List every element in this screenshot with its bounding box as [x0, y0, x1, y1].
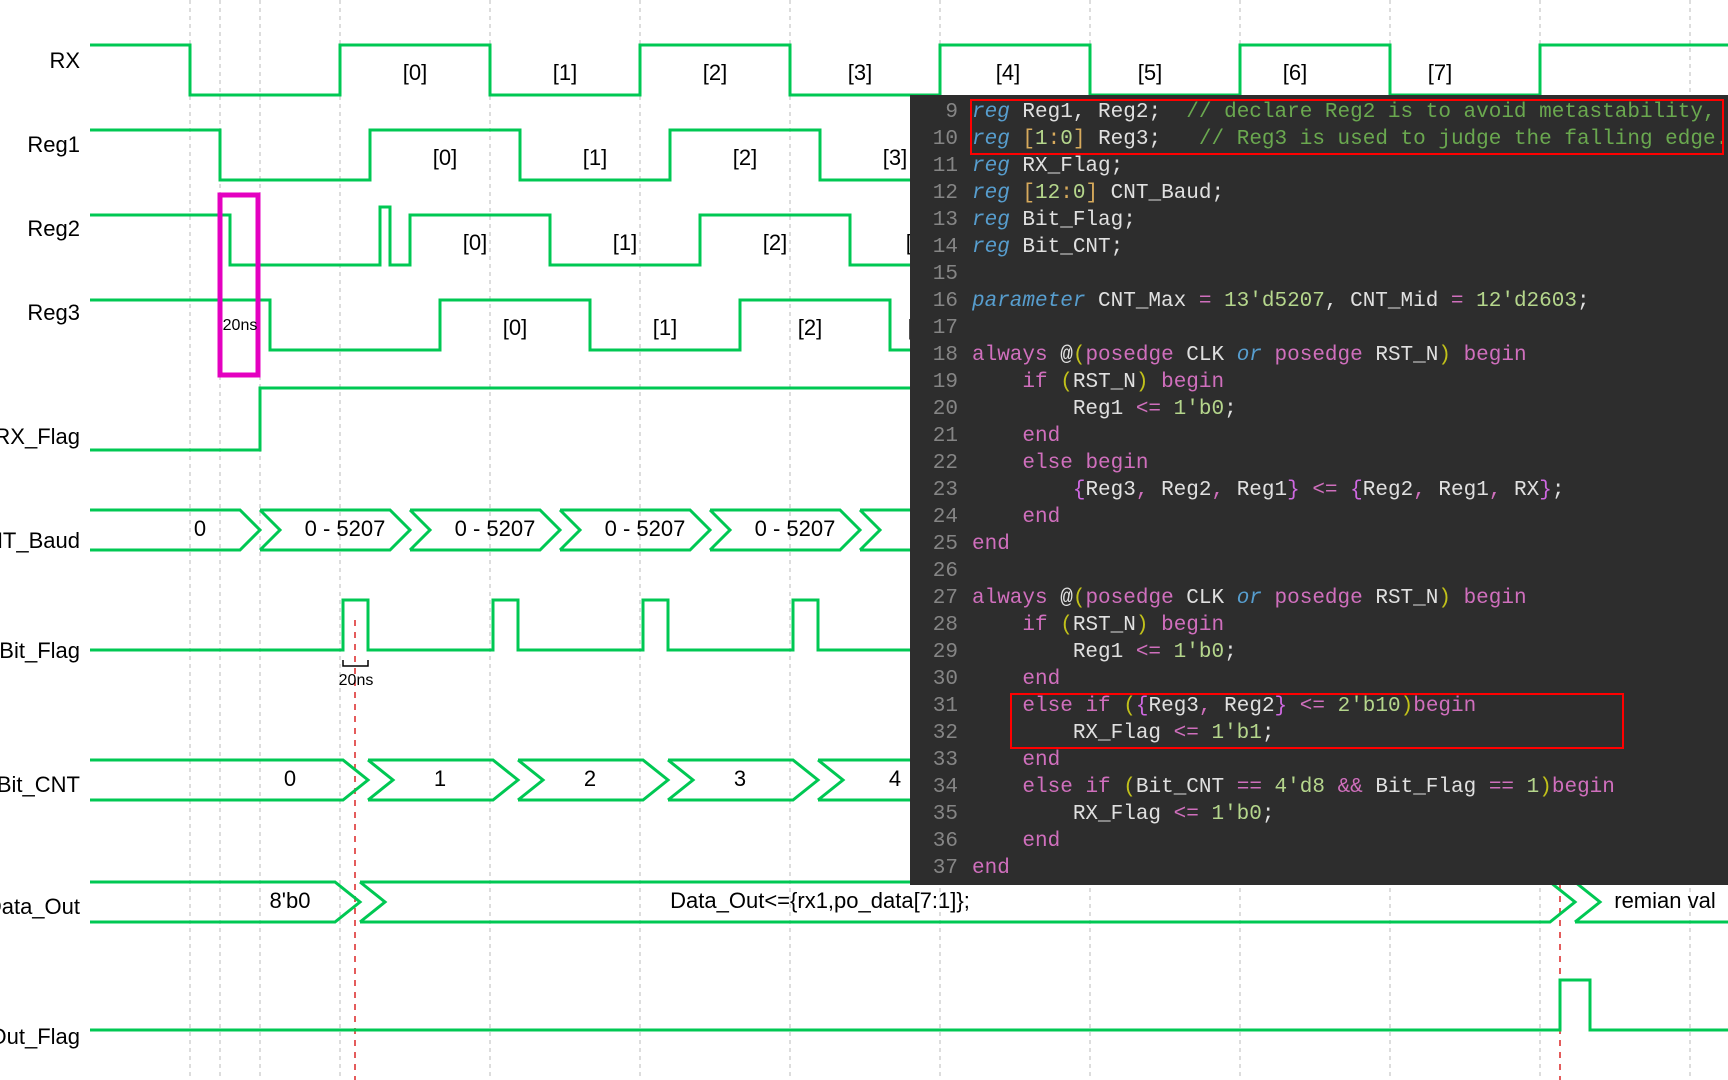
svg-text:Data_Out<={rx1,po_data[7:1]};: Data_Out<={rx1,po_data[7:1]};: [670, 888, 970, 913]
rx-bit1: [1]: [553, 60, 577, 85]
svg-text:3: 3: [734, 766, 746, 791]
label-bitflag: Bit_Flag: [0, 638, 80, 664]
rx-bit2: [2]: [703, 60, 727, 85]
line-numbers: 9101112131415161718192021222324252627282…: [910, 99, 970, 882]
metastability-highlight: [220, 195, 258, 375]
svg-text:8'b0: 8'b0: [270, 888, 311, 913]
svg-text:4: 4: [889, 766, 901, 791]
code-editor[interactable]: 9101112131415161718192021222324252627282…: [910, 95, 1728, 885]
rx-bit4: [4]: [996, 60, 1020, 85]
label-rx: RX: [0, 48, 80, 74]
svg-text:0: 0: [284, 766, 296, 791]
svg-text:[2]: [2]: [733, 145, 757, 170]
data-out-bus: 8'b0 Data_Out<={rx1,po_data[7:1]}; remia…: [90, 882, 1728, 922]
label-cntbaud: CNT_Baud: [0, 528, 80, 554]
svg-text:0 - 5207: 0 - 5207: [305, 516, 386, 541]
svg-text:1: 1: [434, 766, 446, 791]
svg-text:0 - 5207: 0 - 5207: [755, 516, 836, 541]
code-body: reg Reg1, Reg2; // declare Reg2 is to av…: [972, 99, 1726, 882]
rx-bit3: [3]: [848, 60, 872, 85]
svg-text:0 - 5207: 0 - 5207: [605, 516, 686, 541]
svg-text:remian val: remian val: [1614, 888, 1715, 913]
svg-text:2: 2: [584, 766, 596, 791]
svg-text:[3]: [3]: [883, 145, 907, 170]
label-rxflag: RX_Flag: [0, 424, 80, 450]
label-reg1: Reg1: [0, 132, 80, 158]
rx-bit7: [7]: [1428, 60, 1452, 85]
svg-text:[0]: [0]: [463, 230, 487, 255]
label-dataout: Data_Out: [0, 894, 80, 920]
svg-text:[1]: [1]: [613, 230, 637, 255]
svg-text:[1]: [1]: [653, 315, 677, 340]
rx-bit5: [5]: [1138, 60, 1162, 85]
svg-text:[0]: [0]: [503, 315, 527, 340]
svg-text:[1]: [1]: [583, 145, 607, 170]
label-bitcnt: Bit_CNT: [0, 772, 80, 798]
svg-text:[0]: [0]: [433, 145, 457, 170]
svg-text:[2]: [2]: [763, 230, 787, 255]
svg-text:0: 0: [194, 516, 206, 541]
label-reg3: Reg3: [0, 300, 80, 326]
svg-text:0 - 5207: 0 - 5207: [455, 516, 536, 541]
label-outflag: Out_Flag: [0, 1024, 80, 1050]
rx-bit6: [6]: [1283, 60, 1307, 85]
bit-cnt-bus: 0 1 2 3 4: [90, 760, 910, 800]
svg-text:[2]: [2]: [798, 315, 822, 340]
delay-20ns-bottom: 20ns: [339, 672, 374, 689]
delay-20ns-top: 20ns: [223, 317, 258, 334]
label-reg2: Reg2: [0, 216, 80, 242]
rx-bit0: [0]: [403, 60, 427, 85]
